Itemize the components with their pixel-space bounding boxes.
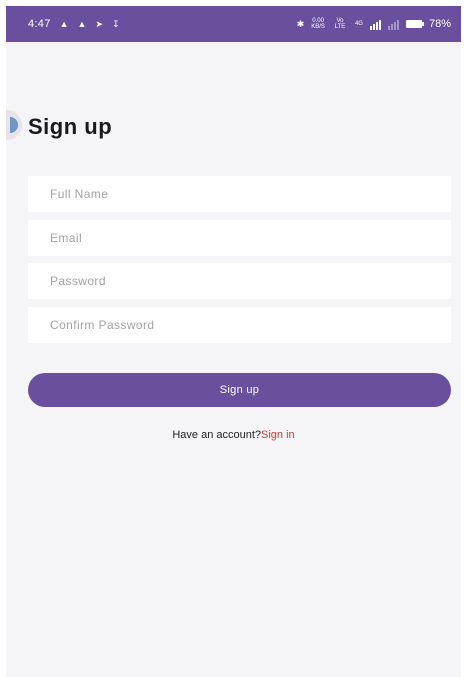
phone-screen: 4:47 ▲ ▲ ➤ ↧ ✱ 0.00 KB/S Vo LTE 4G 78% S…	[6, 6, 461, 677]
notification-icon: ▲	[59, 18, 69, 29]
status-bar: 4:47 ▲ ▲ ➤ ↧ ✱ 0.00 KB/S Vo LTE 4G 78%	[6, 6, 461, 42]
email-input[interactable]	[28, 220, 451, 256]
battery-percent: 78%	[428, 18, 451, 30]
send-icon: ➤	[95, 18, 103, 29]
back-arrow-icon	[10, 117, 18, 133]
status-bar-right: ✱ 0.00 KB/S Vo LTE 4G 78%	[297, 18, 451, 30]
sign-up-button[interactable]: Sign up	[28, 373, 451, 407]
data-speed: 0.00 KB/S	[311, 18, 325, 30]
full-name-input[interactable]	[28, 176, 451, 212]
password-input[interactable]	[28, 263, 451, 299]
have-account-text: Have an account?	[172, 429, 262, 441]
data-speed-unit: KB/S	[311, 24, 325, 30]
signal-strength-icon	[387, 19, 399, 30]
sign-in-link[interactable]: Sign in	[261, 429, 295, 441]
network-type: 4G	[354, 21, 363, 27]
status-bar-left: 4:47 ▲ ▲ ➤ ↧	[28, 18, 120, 30]
download-icon: ↧	[112, 18, 120, 29]
battery-icon	[405, 20, 424, 28]
notification-icon: ▲	[77, 18, 87, 29]
page-title: Sign up	[28, 114, 113, 139]
back-button[interactable]	[6, 110, 22, 140]
status-time: 4:47	[28, 18, 51, 30]
bluetooth-icon: ✱	[296, 18, 305, 29]
sign-in-prompt: Have an account?Sign in	[6, 429, 461, 441]
volte-indicator: Vo LTE	[334, 18, 346, 30]
signal-strength-icon	[369, 19, 381, 30]
confirm-password-input[interactable]	[28, 307, 451, 343]
